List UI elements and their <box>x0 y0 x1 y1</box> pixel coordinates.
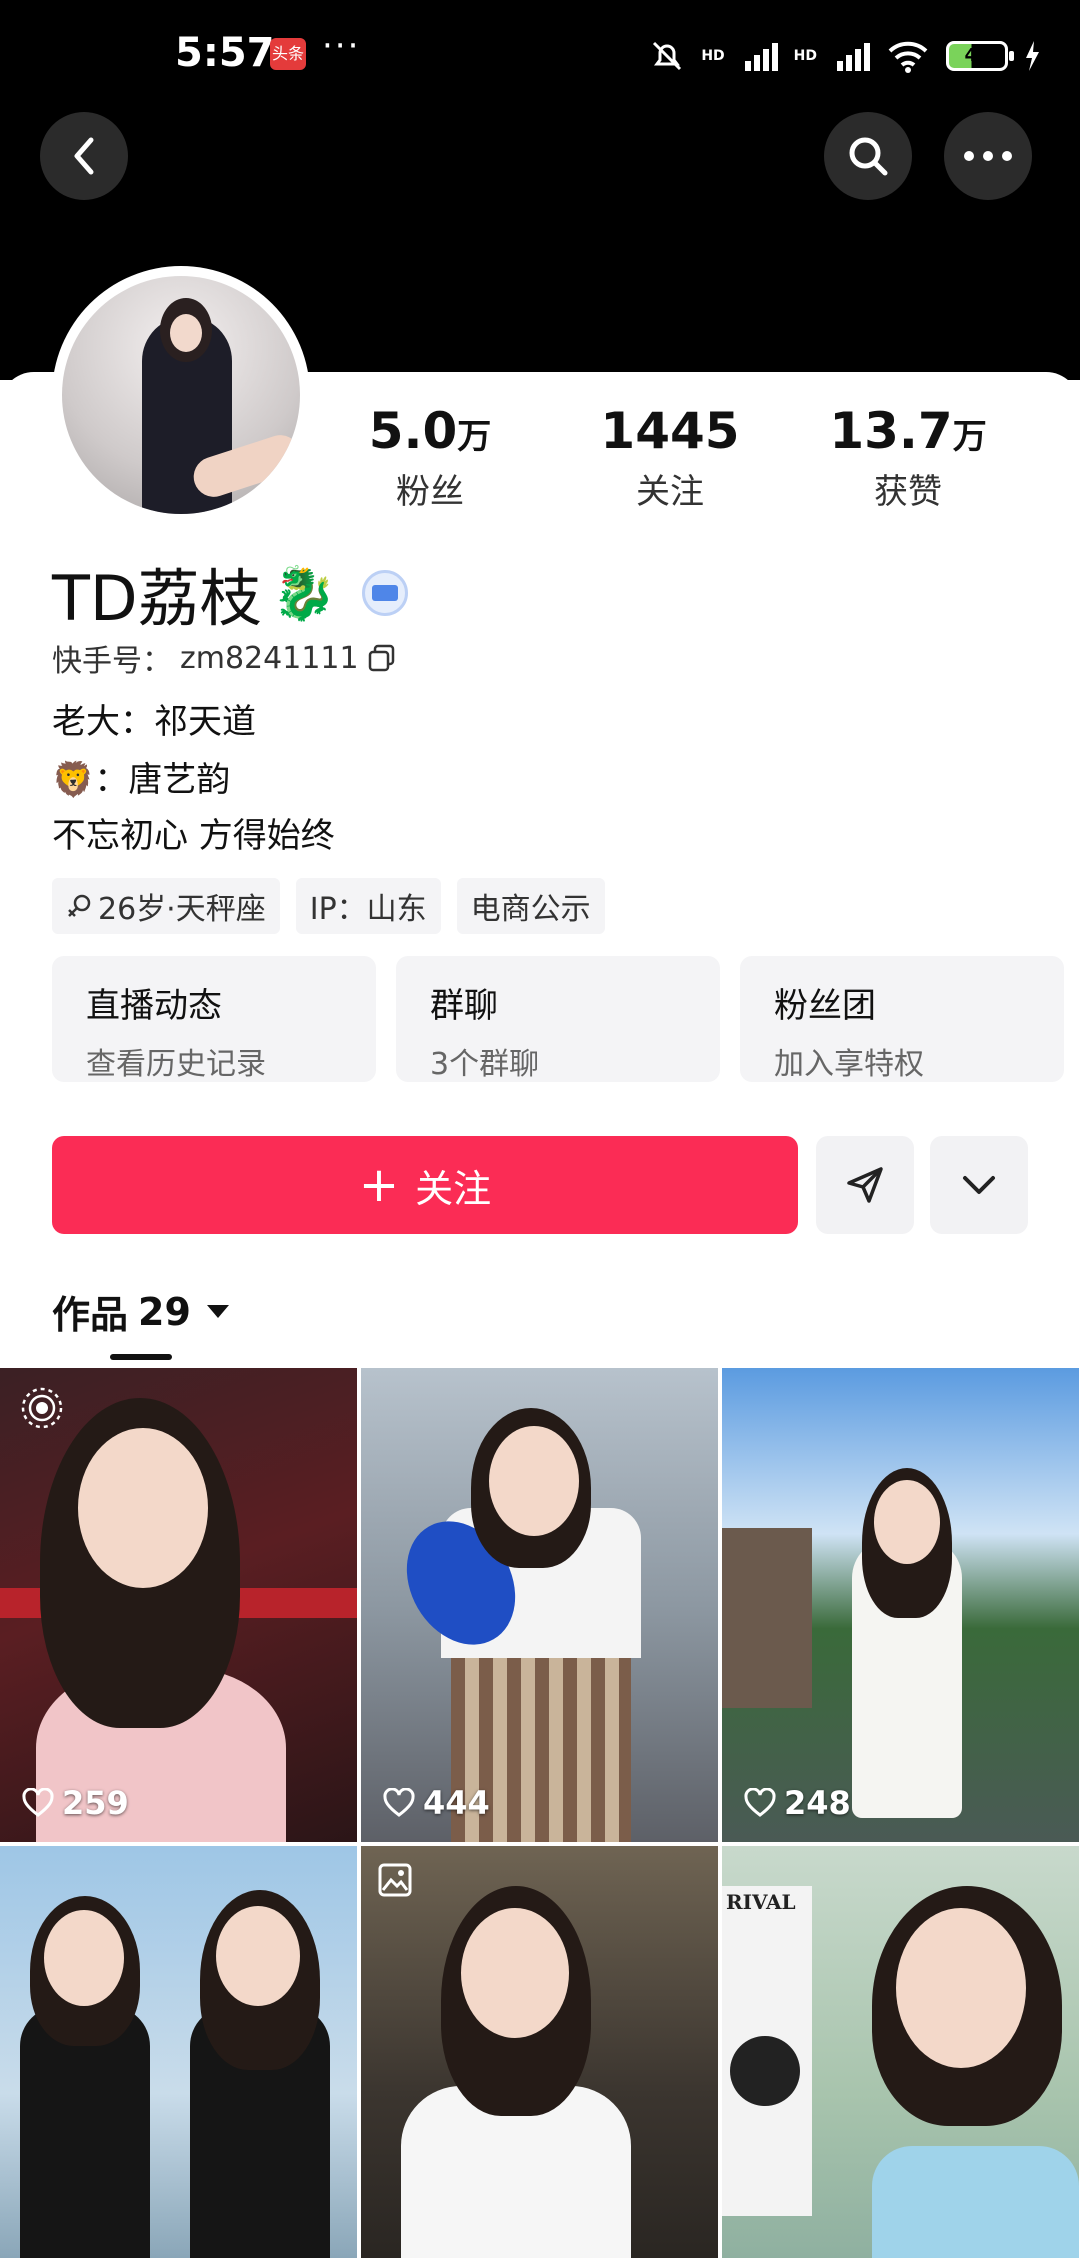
more-icon <box>964 151 1012 161</box>
group-chat-box[interactable]: 群聊 3个群聊 <box>396 956 720 1082</box>
copy-icon[interactable] <box>367 643 397 673</box>
mute-icon <box>653 41 682 71</box>
gender-icon <box>68 894 91 917</box>
battery-icon: 40 <box>946 41 1014 71</box>
profile-name: TD荔枝 <box>52 562 262 635</box>
age-tag-label: 26岁·天秤座 <box>98 892 266 927</box>
age-tag: 26岁·天秤座 <box>52 878 280 934</box>
dragon-emoji: 🐉 <box>271 563 337 624</box>
tag-row: 26岁·天秤座 IP：山东 电商公示 <box>52 878 605 934</box>
kuaishou-id-row: 快手号： zm8241111 <box>52 636 397 680</box>
post-likes-count: 259 <box>62 1784 129 1822</box>
follow-label: 关注 <box>415 1166 492 1211</box>
likes-count: 13.7 <box>829 402 953 460</box>
following-count: 1445 <box>600 402 740 460</box>
followers-stat[interactable]: 5.0万 粉丝 <box>330 402 530 513</box>
stats-row: 5.0万 粉丝 1445 关注 13.7万 获赞 <box>330 402 1080 522</box>
message-button[interactable] <box>816 1136 914 1234</box>
send-icon <box>847 1167 883 1203</box>
charging-icon <box>1026 41 1039 71</box>
post-likes-count: 248 <box>784 1784 851 1822</box>
fan-club-sub: 加入享特权 <box>774 1047 924 1082</box>
post-tile[interactable]: RIVAL <box>722 1846 1079 2258</box>
post-tile[interactable] <box>0 1846 357 2258</box>
group-chat-title: 群聊 <box>430 986 498 1026</box>
more-notifications-icon: ··· <box>322 26 361 66</box>
live-indicator-icon <box>21 1387 63 1429</box>
chevron-down-icon <box>963 1176 995 1194</box>
post-likes: 259 <box>22 1784 129 1822</box>
post-overlay-text: RIVAL <box>726 1890 796 1914</box>
plus-icon: + <box>358 1157 400 1213</box>
heart-icon <box>744 1788 776 1817</box>
post-tile[interactable]: 259 <box>0 1368 357 1842</box>
post-likes: 444 <box>383 1784 490 1822</box>
fan-club-box[interactable]: 粉丝团 加入享特权 <box>740 956 1064 1082</box>
status-time: 5:57 <box>175 30 275 76</box>
live-history-title: 直播动态 <box>86 986 222 1026</box>
profile-name-row: TD荔枝 🐉 <box>52 548 409 638</box>
bio-line-3: 不忘初心 方得始终 <box>52 816 335 856</box>
bio-line-1: 老大：祁天道 <box>52 702 256 742</box>
back-button[interactable] <box>40 112 128 200</box>
ip-tag: IP：山东 <box>295 878 441 934</box>
followers-unit: 万 <box>457 417 492 457</box>
search-button[interactable] <box>824 112 912 200</box>
heart-icon <box>383 1788 415 1817</box>
caret-down-icon <box>206 1305 229 1318</box>
hd-indicator-2: HD <box>793 48 817 64</box>
works-label: 作品 <box>52 1293 129 1337</box>
likes-unit: 万 <box>952 417 987 457</box>
post-tile[interactable]: 248 <box>722 1368 1079 1842</box>
signal-icon-2 <box>837 41 870 71</box>
group-chat-sub: 3个群聊 <box>430 1047 540 1082</box>
kuaishou-id: zm8241111 <box>180 640 359 676</box>
post-likes-count: 444 <box>423 1784 490 1822</box>
follow-button[interactable]: + 关注 <box>52 1136 798 1234</box>
verified-badge-icon[interactable] <box>362 570 409 616</box>
app-notification-icon: 头条 <box>270 38 306 70</box>
more-button[interactable] <box>944 112 1032 200</box>
heart-icon <box>22 1788 54 1817</box>
search-icon <box>849 137 888 176</box>
following-stat[interactable]: 1445 关注 <box>570 402 770 513</box>
status-bar: 5:57 头条 ··· HD HD 40 <box>0 0 1080 112</box>
post-tile[interactable] <box>361 1846 718 2258</box>
signal-icon <box>744 41 778 71</box>
works-tab[interactable]: 作品 29 <box>52 1284 229 1339</box>
post-tile[interactable]: 444 <box>361 1368 718 1842</box>
feature-boxes: 直播动态 查看历史记录 群聊 3个群聊 粉丝团 加入享特权 <box>52 956 1064 1082</box>
chevron-left-icon <box>74 137 94 175</box>
works-count: 29 <box>138 1289 191 1334</box>
fan-club-title: 粉丝团 <box>774 986 876 1026</box>
expand-button[interactable] <box>930 1136 1028 1234</box>
image-post-icon <box>378 1863 412 1897</box>
live-history-sub: 查看历史记录 <box>86 1047 266 1082</box>
avatar[interactable] <box>52 266 310 524</box>
hd-indicator: HD <box>701 48 725 64</box>
tab-underline <box>110 1354 172 1360</box>
followers-label: 粉丝 <box>396 472 464 512</box>
wifi-icon <box>888 41 928 73</box>
following-label: 关注 <box>636 472 704 512</box>
likes-label: 获赞 <box>874 472 942 512</box>
likes-stat[interactable]: 13.7万 获赞 <box>808 402 1008 513</box>
ecommerce-tag[interactable]: 电商公示 <box>456 878 605 934</box>
kuaishou-id-label: 快手号： <box>52 644 172 679</box>
followers-count: 5.0 <box>368 402 458 460</box>
post-likes: 248 <box>744 1784 851 1822</box>
live-history-box[interactable]: 直播动态 查看历史记录 <box>52 956 376 1082</box>
bio-line-2: 🦁：唐艺韵 <box>52 760 231 800</box>
